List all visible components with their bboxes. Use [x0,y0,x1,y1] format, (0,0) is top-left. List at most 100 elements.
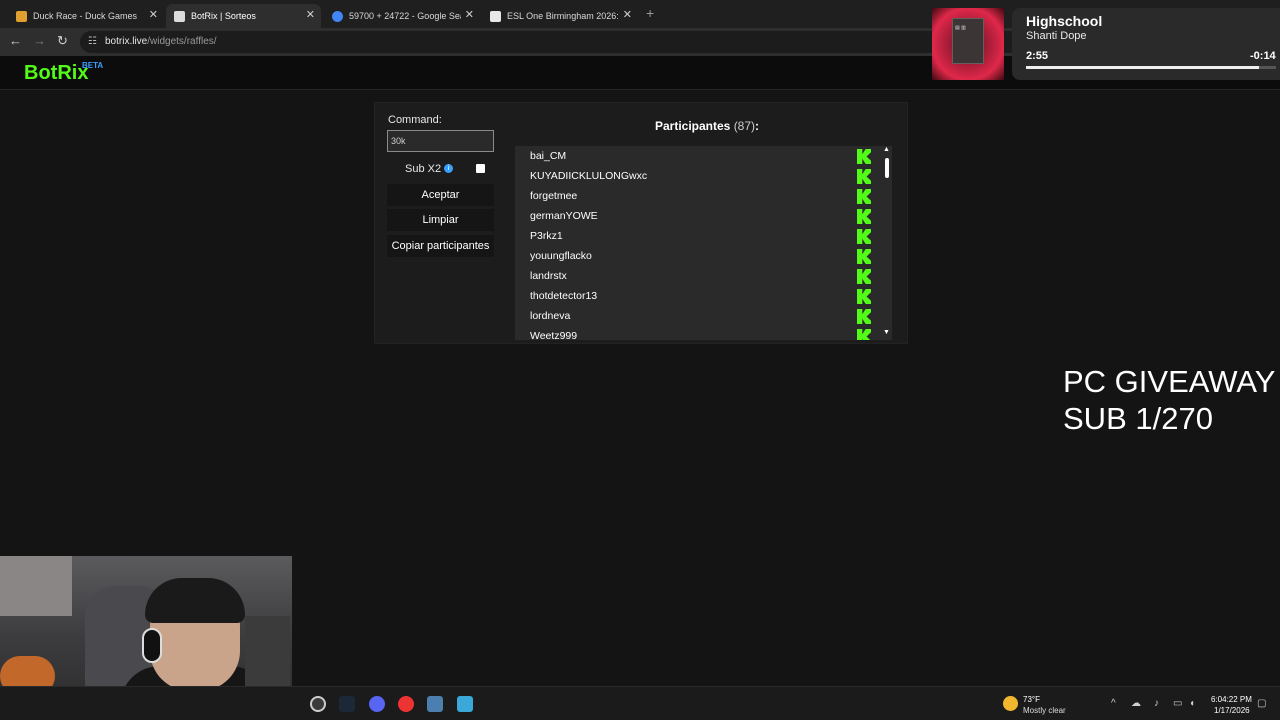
tab-botrix[interactable]: BotRix | Sorteos ✕ [166,4,321,28]
obs-icon[interactable] [310,696,326,712]
participant-name: KUYADIICKLULONGwxc [530,170,648,182]
now-playing-info: Highschool Shanti Dope 2:55 -0:14 [1012,8,1280,80]
new-tab-button[interactable]: + [646,5,654,21]
participants-colon: : [755,119,760,133]
media-player-icon[interactable] [398,696,414,712]
accept-button[interactable]: Aceptar [387,184,494,206]
botrix-logo[interactable]: BotRix [24,62,88,85]
participant-name: P3rkz1 [530,230,563,242]
remaining-time: -0:14 [1250,50,1276,62]
elapsed-time: 2:55 [1026,50,1049,62]
raffle-panel: Command: Sub X2 i Aceptar Limpiar Copiar… [374,102,908,344]
sub-x2-label: Sub X2 [405,163,442,175]
album-art: ▤ ▥ [932,8,1004,80]
song-progress-bar [1026,66,1276,69]
kick-icon [857,229,871,244]
giveaway-overlay: PC GIVEAWAY SUB 1/270 [1063,363,1275,437]
webcam-desk-items [245,616,290,686]
calculator-icon[interactable] [427,696,443,712]
tab-duck-race[interactable]: Duck Race - Duck Games ✕ [8,4,164,28]
tab-title: 59700 + 24722 - Google Search [349,11,461,21]
tab-google-search[interactable]: 59700 + 24722 - Google Search ✕ [324,4,480,28]
giveaway-line-1: PC GIVEAWAY [1063,364,1276,399]
giveaway-line-2: SUB 1/270 [1063,401,1213,436]
kick-icon [857,249,871,264]
copy-participants-button[interactable]: Copiar participantes [387,235,494,257]
clock-date[interactable]: 1/17/2026 [1214,706,1250,715]
participant-row: P3rkz1 [515,227,875,247]
weather-description: Mostly clear [1023,706,1066,715]
beta-badge: BETA [82,61,104,70]
clock-time[interactable]: 6:04:22 PM [1211,695,1252,704]
participant-row: Weetz999 [515,327,875,340]
botrix-favicon-icon [174,10,185,22]
song-artist: Shanti Dope [1026,30,1087,42]
participant-row: youungflacko [515,247,875,267]
close-tab-icon[interactable]: ✕ [149,8,158,21]
reload-icon[interactable]: ↻ [57,33,68,49]
participants-list[interactable]: bai_CM KUYADIICKLULONGwxc forgetmee germ… [515,146,892,340]
sub-x2-option: Sub X2 i [387,162,494,178]
url-host: botrix.live [105,36,148,47]
album-cover-image: ▤ ▥ [952,18,984,64]
participant-name: Weetz999 [530,330,578,340]
weather-temperature: 73°F [1023,695,1040,704]
scroll-up-icon[interactable]: ▲ [883,146,890,153]
list-scrollbar[interactable]: ▲ ▼ [882,146,892,340]
notifications-icon[interactable]: ▢ [1257,698,1266,709]
participant-row: landrstx [515,267,875,287]
notepad-icon[interactable] [457,696,473,712]
steam-icon[interactable] [339,696,355,712]
participant-name: bai_CM [530,150,567,162]
participant-row: bai_CM [515,147,875,167]
info-icon[interactable]: i [444,164,453,173]
tab-title: ESL One Birmingham 2026: Sou [507,11,619,21]
webcam-background-wall [0,556,72,616]
clear-button[interactable]: Limpiar [387,209,494,231]
now-playing-widget: ▤ ▥ Highschool Shanti Dope 2:55 -0:14 [932,8,1280,80]
command-input[interactable] [387,130,494,152]
discord-icon[interactable] [369,696,385,712]
kick-icon [857,329,871,340]
scrollbar-thumb[interactable] [885,158,889,178]
site-info-icon[interactable]: ☷ [88,36,97,47]
song-progress-fill [1026,66,1259,69]
kick-icon [857,209,871,224]
url-text: botrix.live/widgets/raffles/ [105,36,217,47]
forward-arrow-icon[interactable]: → [33,33,46,48]
kick-icon [857,269,871,284]
onedrive-icon[interactable]: ☁ [1131,698,1141,709]
weather-icon[interactable] [1003,696,1018,711]
kick-icon [857,309,871,324]
kick-icon [857,149,871,164]
participant-name: youungflacko [530,250,592,262]
network-icon[interactable]: ▭ [1173,698,1182,709]
windows-taskbar: 73°F Mostly clear ^ ☁ ♪ ▭ ◖ 6:04:22 PM 1… [0,686,1280,720]
volume-icon[interactable]: ◖ [1189,698,1195,709]
close-tab-icon[interactable]: ✕ [306,8,315,21]
tab-title: Duck Race - Duck Games [33,11,138,21]
webcam-headphones [142,628,162,663]
tab-esl-one[interactable]: ESL One Birmingham 2026: Sou ✕ [482,4,638,28]
webcam-person-hair [145,578,245,623]
scroll-down-icon[interactable]: ▼ [883,329,890,336]
tab-title: BotRix | Sorteos [191,11,256,21]
participants-title: Participantes [654,119,731,133]
sub-x2-checkbox[interactable] [476,164,485,173]
esl-favicon-icon [490,10,501,22]
song-title: Highschool [1026,13,1103,29]
show-hidden-icons-chevron-icon[interactable]: ^ [1111,698,1116,709]
duck-favicon-icon [16,10,27,22]
participant-name: thotdetector13 [530,290,598,302]
close-tab-icon[interactable]: ✕ [465,8,474,21]
album-cover-lettering: ▤ ▥ [955,25,966,31]
microphone-icon[interactable]: ♪ [1154,698,1159,709]
back-arrow-icon[interactable]: ← [9,33,22,48]
participants-heading: Participantes (87): [515,119,899,133]
participant-row: forgetmee [515,187,875,207]
participant-row: germanYOWE [515,207,875,227]
kick-icon [857,189,871,204]
google-favicon-icon [332,10,343,22]
close-tab-icon[interactable]: ✕ [623,8,632,21]
participant-row: thotdetector13 [515,287,875,307]
